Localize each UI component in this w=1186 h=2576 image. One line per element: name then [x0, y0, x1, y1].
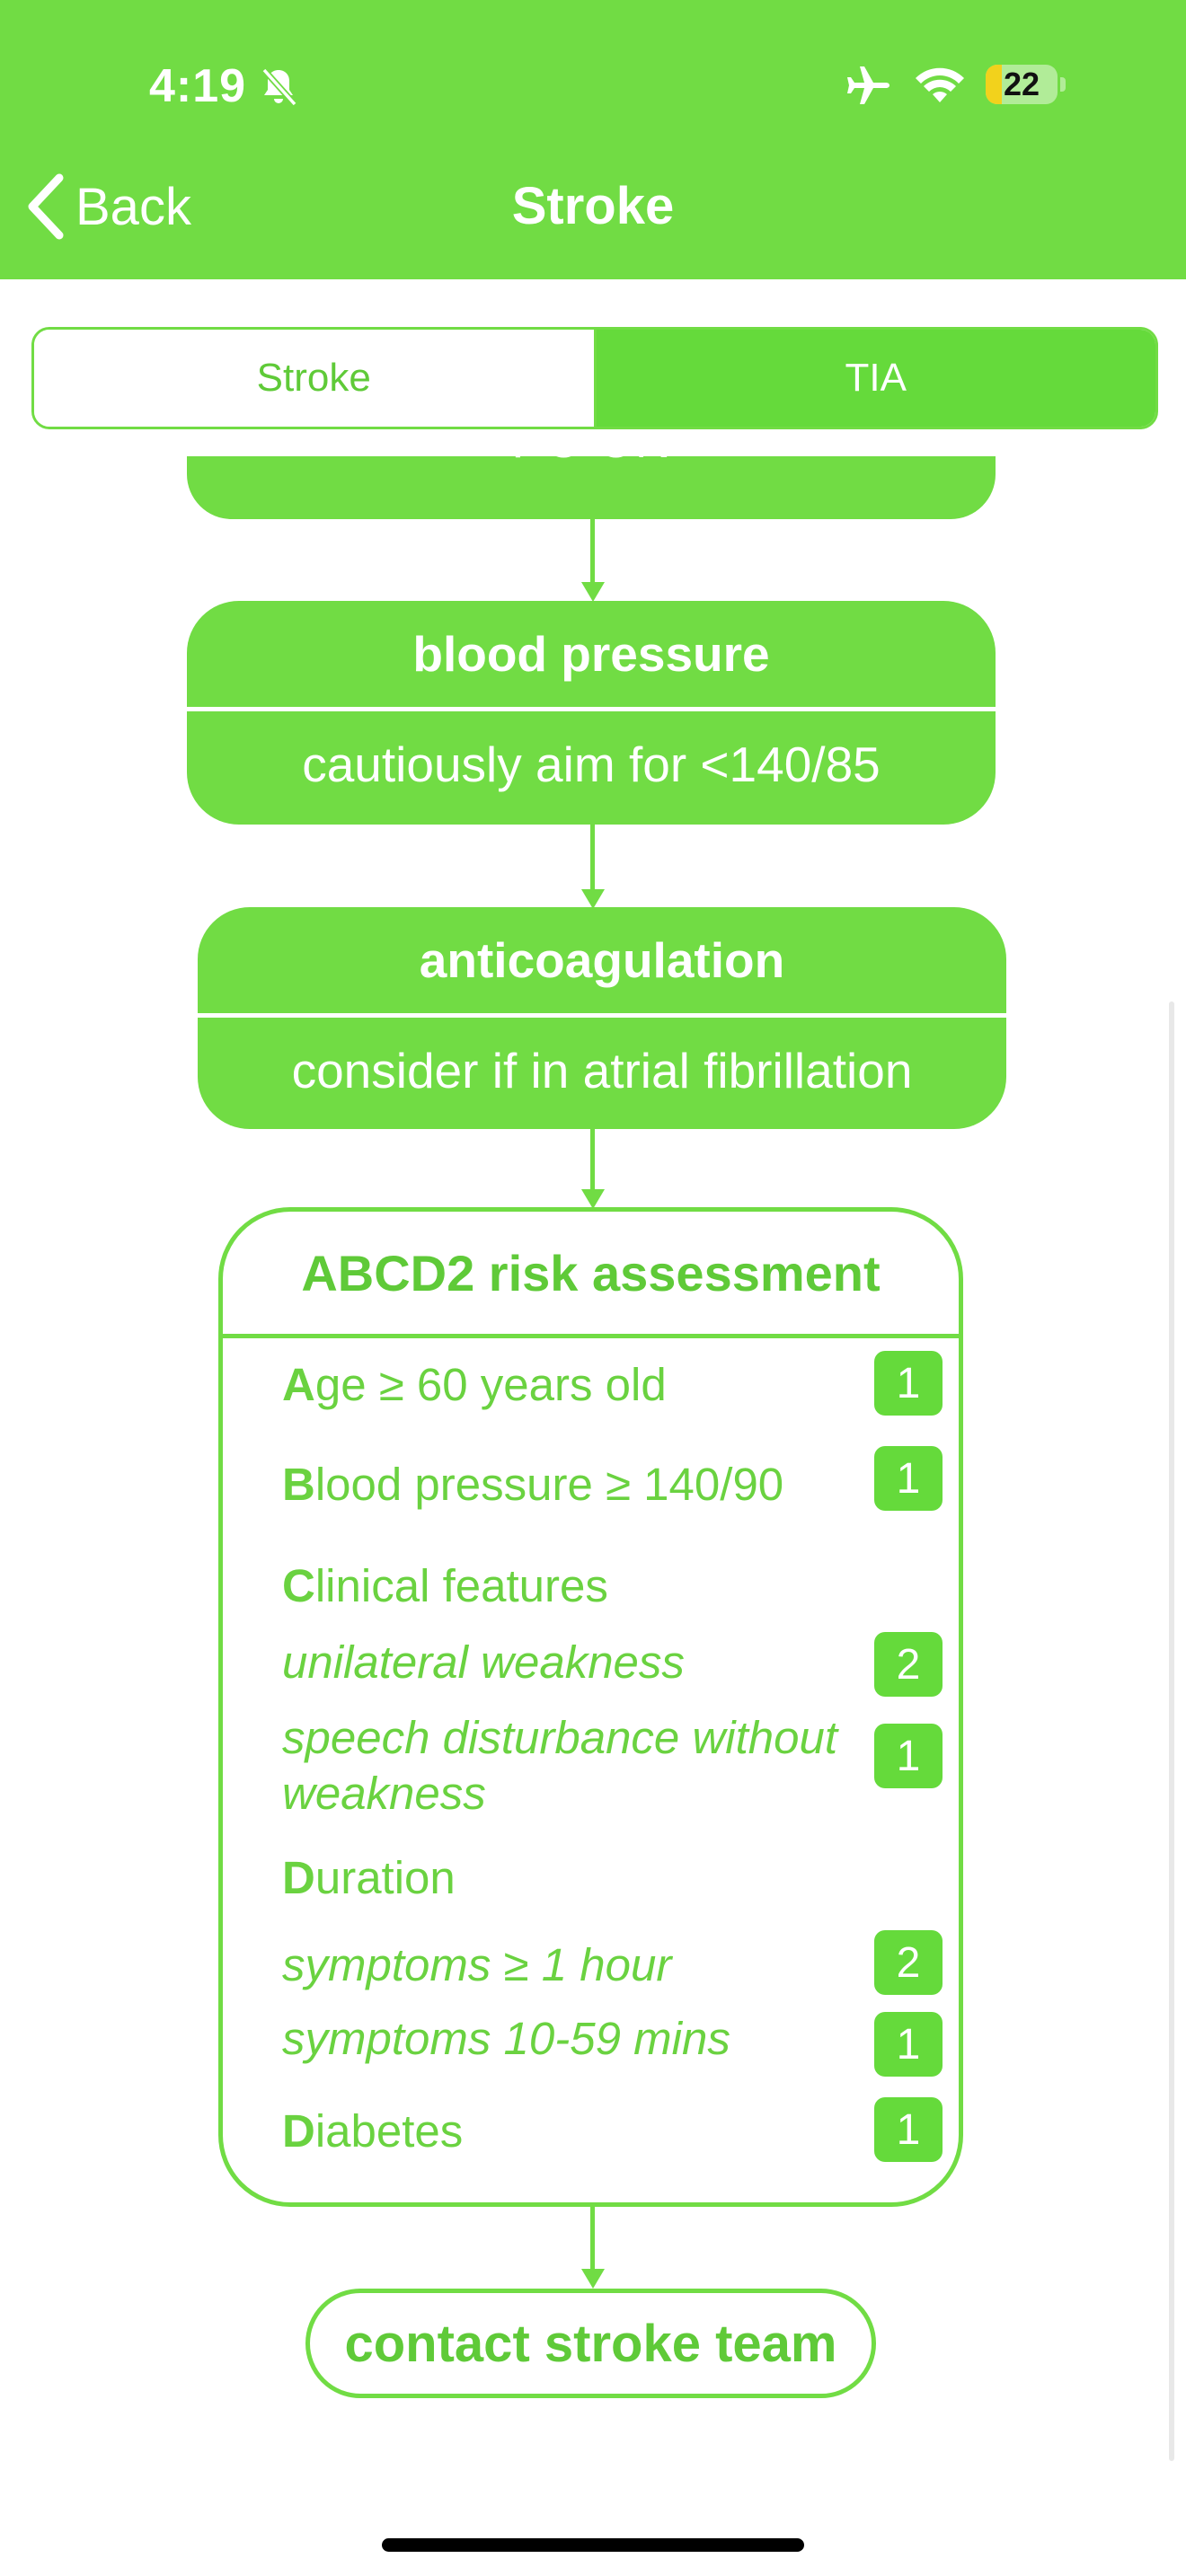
- age-letter: A: [282, 1359, 315, 1410]
- blood-pressure-box: blood pressure cautiously aim for <140/8…: [187, 601, 996, 825]
- age-score-badge: 1: [874, 1351, 943, 1416]
- abcd2-title: ABCD2 risk assessment: [301, 1244, 881, 1301]
- segment-tia[interactable]: TIA: [596, 330, 1155, 427]
- page-title: Stroke: [511, 177, 675, 235]
- abcd2-age: Age ≥ 60 years old: [282, 1357, 803, 1413]
- battery-icon: 22: [986, 65, 1067, 106]
- top-flow-box: PO ON: [187, 456, 996, 519]
- abcd2-duration: Duration: [282, 1850, 803, 1906]
- home-indicator[interactable]: [382, 2538, 804, 2552]
- battery-level: 22: [1003, 66, 1040, 102]
- anticoagulation-title: anticoagulation: [419, 932, 785, 988]
- scrollbar[interactable]: [1169, 1001, 1174, 2461]
- flow-arrow: [590, 519, 595, 587]
- symptoms-mins: symptoms 10-59 mins: [282, 2013, 730, 2064]
- bp-text: lood pressure ≥ 140/90: [314, 1459, 784, 1510]
- age-text: ge ≥ 60 years old: [314, 1359, 667, 1410]
- flow-arrow-head: [581, 2269, 605, 2289]
- flow-arrow: [590, 1129, 595, 1194]
- flow-arrow-head: [581, 889, 605, 909]
- abcd2-diabetes: Diabetes: [282, 2104, 803, 2159]
- diabetes-letter: D: [282, 2105, 315, 2157]
- airplane-icon: [847, 66, 890, 104]
- blood-pressure-body: cautiously aim for <140/85: [302, 737, 881, 792]
- segmented-control: Stroke TIA: [31, 327, 1158, 429]
- duration-text: uration: [314, 1852, 456, 1903]
- flow-arrow: [590, 2207, 595, 2272]
- duration-letter: D: [282, 1852, 315, 1903]
- diabetes-score-badge: 1: [874, 2097, 943, 2162]
- anticoagulation-body: consider if in atrial fibrillation: [291, 1043, 913, 1098]
- abcd2-blood-pressure: Blood pressure ≥ 140/90: [282, 1457, 803, 1513]
- mins-score-badge: 1: [874, 2012, 943, 2077]
- contact-stroke-team-button[interactable]: contact stroke team: [305, 2289, 876, 2398]
- status-time: 4:19: [149, 60, 247, 112]
- hour-score-badge: 2: [874, 1930, 943, 1995]
- flow-arrow-head: [581, 582, 605, 602]
- wifi-icon: [916, 67, 964, 102]
- segment-stroke[interactable]: Stroke: [34, 330, 597, 427]
- speech-score-badge: 1: [874, 1724, 943, 1788]
- bp-score-badge: 1: [874, 1446, 943, 1511]
- symptoms-hour: symptoms ≥ 1 hour: [282, 1939, 672, 1990]
- top-flow-box-text: PO ON: [187, 456, 996, 498]
- flow-arrow: [590, 825, 595, 895]
- flow-arrow-head: [581, 1189, 605, 1209]
- bp-letter: B: [282, 1459, 315, 1510]
- diabetes-text: iabetes: [314, 2105, 464, 2157]
- bell-slash-icon: [261, 67, 297, 107]
- abcd2-assessment: ABCD2 risk assessment Age ≥ 60 years old…: [218, 1207, 963, 2207]
- clinical-text: linical features: [314, 1560, 608, 1611]
- unilateral-weakness: unilateral weakness: [282, 1636, 685, 1688]
- clinical-letter: C: [282, 1560, 315, 1611]
- unilateral-score-badge: 2: [874, 1632, 943, 1697]
- blood-pressure-title: blood pressure: [412, 626, 770, 682]
- abcd2-clinical: Clinical features: [282, 1558, 803, 1614]
- anticoagulation-box: anticoagulation consider if in atrial fi…: [198, 907, 1006, 1129]
- speech-disturbance: speech disturbance without weakness: [282, 1712, 838, 1819]
